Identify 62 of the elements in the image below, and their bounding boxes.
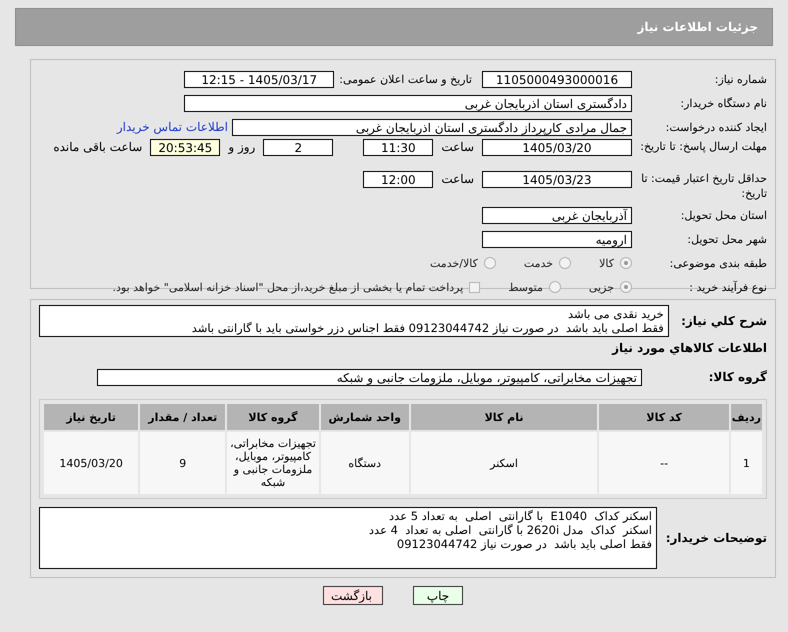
field-label: ایجاد کننده درخواست: — [664, 120, 767, 134]
column-header: نام کالا — [410, 404, 598, 430]
validity-date-field[interactable]: 1405/03/23 — [482, 171, 632, 188]
table-cell: اسکنر — [410, 432, 598, 494]
print-button[interactable]: چاپ — [413, 586, 463, 605]
radio-button[interactable] — [484, 257, 496, 269]
column-header: کد کالا — [599, 404, 729, 430]
checkbox-label: پرداخت تمام یا بخشی از مبلغ خرید،از محل "اسناد خزانه اسلامی" خواهد بود. — [112, 280, 464, 294]
column-header: گروه کالا — [227, 404, 319, 430]
deadline-time-field[interactable]: 11:30 — [363, 139, 434, 156]
field-label: ساعت — [441, 139, 474, 156]
field-label: تاریخ و ساعت اعلان عمومی: — [339, 72, 472, 86]
buyer-org-field[interactable]: دادگستری استان اذربایجان غربی — [184, 94, 632, 112]
column-header: ردیف — [730, 404, 762, 430]
province-field[interactable]: آذربایجان غربی — [482, 206, 632, 224]
deadline-date-field[interactable]: 1405/03/20 — [482, 139, 632, 156]
description-text-area[interactable]: خرید نقدی می باشد فقط اصلی باید باشد در صورت نیاز 09123044742 فقط اجناس دزر خواستی باید با گارانتی باشد — [39, 305, 669, 337]
field-label: نوع فرآیند خرید : — [688, 280, 767, 294]
field-label: شماره نیاز: — [714, 72, 767, 86]
radio-label: متوسط — [508, 280, 543, 294]
radio-button[interactable] — [548, 281, 561, 293]
field-label: ساعت باقی مانده — [53, 139, 142, 156]
requester-field[interactable]: جمال مرادی کارپرداز دادگستری استان اذربایجان غربی — [232, 118, 632, 136]
field-label: شهر محل تحویل: — [686, 232, 767, 246]
radio-button[interactable] — [620, 281, 632, 293]
need-number-field[interactable]: 1105000493000016 — [482, 70, 632, 88]
table-cell: تجهیزات مخابراتی، کامپیوتر، موبایل، ملزومات جانبی و شبکه — [227, 432, 319, 494]
column-header: تاریخ نیاز — [44, 404, 138, 430]
table-cell: دستگاه — [320, 432, 409, 494]
buyer-notes-text-area[interactable]: اسکنر کداک E1040 با گارانتی اصلی به تعداد 5 عدد اسکنر کداک مدل 2620i با گارانتی اصلی به تعداد 4 عدد فقط اصلی باید باشد در صورت نیاز 09123044742 — [39, 507, 657, 569]
validity-time-field[interactable]: 12:00 — [363, 171, 434, 188]
buyer-contact-link[interactable]: اطلاعات تماس خریدار — [116, 120, 228, 134]
remaining-time-field: 20:53:45 — [150, 139, 220, 156]
radio-label: جزیی — [588, 280, 614, 294]
section-heading: اطلاعات کالاهاي مورد نياز — [610, 340, 767, 357]
radio-label: کالا/خدمت — [430, 256, 478, 270]
field-label: حداقل تاریخ اعتبار قیمت: تا تاریخ: — [640, 171, 767, 201]
checkbox[interactable] — [469, 282, 480, 292]
field-label: مهلت ارسال پاسخ: تا تاریخ: — [639, 139, 767, 154]
field-label: توضیحات خریدار: — [664, 531, 767, 545]
table-cell: 9 — [140, 432, 226, 494]
page-title: جزئیات اطلاعات نیاز — [637, 20, 758, 34]
column-header: واحد شمارش — [320, 404, 409, 430]
goods-group-field[interactable]: تجهیزات مخابراتی، کامپیوتر، موبایل، ملزومات جانبی و شبکه — [97, 368, 642, 386]
table-cell: 1 — [730, 432, 762, 494]
table-cell: -- — [599, 432, 729, 494]
field-label: ساعت — [441, 171, 474, 188]
city-field[interactable]: ارومیه — [482, 230, 632, 248]
column-header: تعداد / مقدار — [140, 404, 226, 430]
radio-label: کالا — [599, 256, 614, 270]
field-label: گروه کالا: — [708, 370, 767, 384]
announce-date-field[interactable]: 1405/03/17 - 12:15 — [184, 70, 334, 88]
radio-label: خدمت — [524, 256, 554, 270]
back-button[interactable]: بازگشت — [323, 586, 383, 605]
radio-button[interactable] — [620, 257, 632, 269]
radio-button[interactable] — [559, 257, 572, 269]
field-label: طبقه بندی موضوعی: — [668, 256, 767, 270]
field-label: روز و — [228, 139, 256, 156]
field-label: استان محل تحویل: — [680, 208, 767, 222]
table-cell: 1405/03/20 — [44, 432, 138, 494]
days-field[interactable]: 2 — [263, 139, 334, 156]
field-label: نام دستگاه خریدار: — [679, 96, 767, 110]
